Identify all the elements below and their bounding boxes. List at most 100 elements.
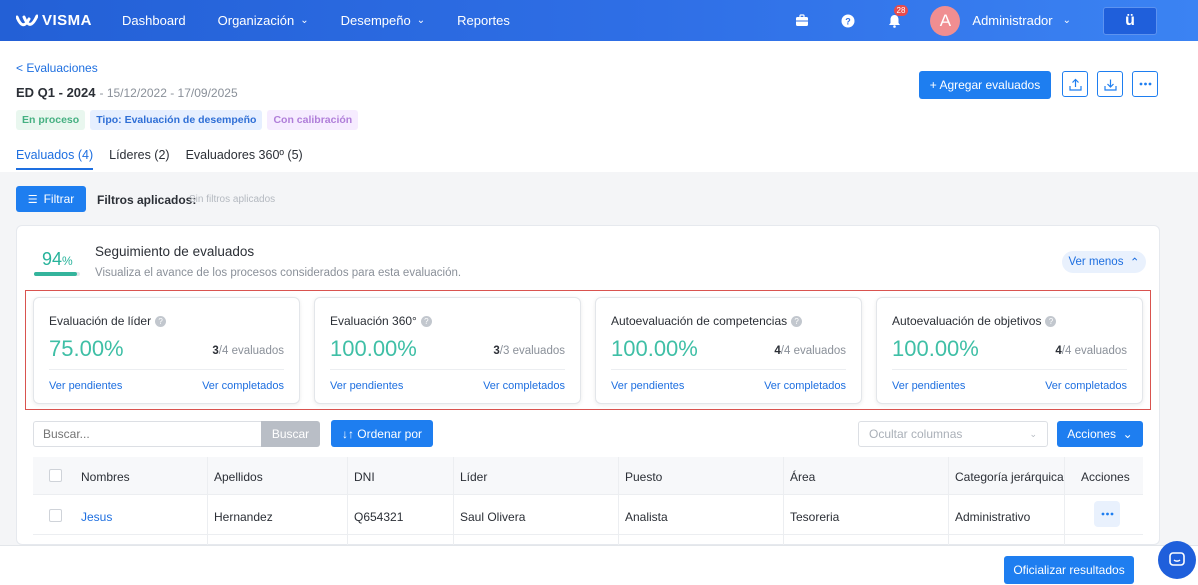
column-header-area[interactable]: Área	[790, 470, 815, 484]
nav-reportes[interactable]: Reportes	[457, 13, 510, 28]
metric-count: 3/4 evaluados	[212, 345, 284, 357]
overall-progress-fill	[34, 272, 78, 276]
back-link[interactable]: < Evaluaciones	[16, 61, 98, 75]
cell-apellidos: Hernandez	[214, 510, 273, 524]
select-all-checkbox[interactable]	[49, 469, 62, 482]
hide-columns-select[interactable]: Ocultar columnas ⌄	[858, 421, 1048, 447]
column-header-apellidos[interactable]: Apellidos	[214, 470, 263, 484]
evaluation-header: < Evaluaciones ED Q1 - 2024 - 15/12/2022…	[0, 41, 1198, 172]
visma-logo[interactable]: VISMA	[16, 12, 92, 29]
upload-button[interactable]	[1062, 71, 1088, 97]
chevron-down-icon: ⌄	[416, 15, 426, 26]
column-header-nombres[interactable]: Nombres	[81, 470, 130, 484]
tracking-title: Seguimiento de evaluados	[95, 244, 255, 259]
ver-menos-button[interactable]: Ver menos ⌃	[1062, 251, 1146, 273]
oficializar-resultados-button[interactable]: Oficializar resultados	[1004, 556, 1134, 584]
help-icon[interactable]: ?	[420, 315, 432, 327]
tab-evaluados[interactable]: Evaluados (4)	[16, 148, 94, 170]
chat-icon	[1169, 552, 1185, 566]
download-button[interactable]	[1097, 71, 1123, 97]
filter-button[interactable]: ☰ Filtrar	[16, 186, 86, 212]
metric-title: Autoevaluación de objetivos?	[892, 314, 1057, 328]
divider	[49, 369, 284, 370]
chevron-down-icon[interactable]: ⌄	[1063, 15, 1071, 26]
metric-percent: 100.00%	[611, 336, 698, 361]
help-icon[interactable]: ?	[838, 11, 858, 31]
nav-organizacion[interactable]: Organización ⌄	[218, 13, 309, 28]
tracking-subtitle: Visualiza el avance de los procesos cons…	[95, 267, 462, 279]
ver-pendientes-link[interactable]: Ver pendientes	[611, 380, 684, 392]
app-switcher-button[interactable]: ü	[1103, 6, 1157, 35]
metric-title-text: Evaluación 360°	[330, 314, 417, 328]
ver-pendientes-link[interactable]: Ver pendientes	[49, 380, 122, 392]
search-input[interactable]	[33, 421, 261, 447]
app-switcher-label: ü	[1125, 11, 1135, 29]
chevron-down-icon: ⌄	[300, 15, 309, 26]
more-options-button[interactable]	[1132, 71, 1158, 97]
upload-icon	[1068, 78, 1082, 91]
metric-title-text: Autoevaluación de competencias	[611, 314, 788, 328]
tab-bar: Evaluados (4) Líderes (2) Evaluadores 36…	[16, 148, 319, 170]
ver-pendientes-link[interactable]: Ver pendientes	[892, 380, 965, 392]
logo-text: VISMA	[42, 12, 93, 29]
table-row: Jesus Hernandez Q654321 Saul Olivera Ana…	[33, 495, 1143, 535]
metric-percent: 100.00%	[330, 336, 417, 361]
overall-progress-value: 94	[42, 249, 63, 269]
divider	[611, 369, 846, 370]
order-by-button[interactable]: ↓↑ Ordenar por	[331, 420, 433, 447]
tab-evaluadores-360[interactable]: Evaluadores 360º (5)	[186, 148, 303, 170]
column-header-categoria[interactable]: Categoría jerárquica	[955, 470, 1064, 484]
help-icon[interactable]: ?	[791, 315, 803, 327]
applied-filters-label: Filtros aplicados:	[97, 193, 197, 207]
row-actions-button[interactable]	[1094, 501, 1120, 527]
briefcase-icon[interactable]	[792, 11, 812, 31]
filter-button-label: Filtrar	[43, 192, 75, 206]
ver-completados-link[interactable]: Ver completados	[764, 380, 846, 392]
column-header-puesto[interactable]: Puesto	[625, 470, 662, 484]
row-checkbox[interactable]	[49, 509, 62, 522]
table-header: Nombres Apellidos DNI Líder Puesto Área …	[33, 457, 1143, 495]
more-icon	[1139, 82, 1151, 86]
nav-reportes-label: Reportes	[457, 13, 510, 28]
ver-completados-link[interactable]: Ver completados	[202, 380, 284, 392]
metric-count-total: /3 evaluados	[499, 345, 565, 357]
metric-title-text: Evaluación de líder	[49, 314, 152, 328]
cell-lider: Saul Olivera	[460, 510, 526, 524]
add-evaluados-button[interactable]: + Agregar evaluados	[919, 71, 1051, 99]
overall-progress-percent: 94%	[42, 249, 73, 270]
help-icon[interactable]: ?	[1045, 315, 1057, 327]
nav-desempeno-label: Desempeño	[340, 13, 411, 28]
nav-desempeno[interactable]: Desempeño ⌄	[341, 13, 426, 28]
nav-dashboard[interactable]: Dashboard	[122, 13, 186, 28]
bell-icon[interactable]: 28	[884, 4, 909, 31]
topbar-right: ? 28 A Administrador ⌄ ü	[792, 0, 1198, 41]
search-button[interactable]: Buscar	[261, 421, 320, 447]
actions-dropdown-button[interactable]: Acciones ⌄	[1057, 421, 1143, 447]
column-header-lider[interactable]: Líder	[460, 470, 487, 484]
ver-menos-label: Ver menos	[1068, 256, 1124, 268]
status-badge: En proceso	[16, 110, 86, 130]
visma-logo-icon	[16, 14, 38, 26]
actions-dropdown-label: Acciones	[1067, 427, 1116, 441]
metric-count-total: /4 evaluados	[780, 345, 846, 357]
tab-lideres[interactable]: Líderes (2)	[109, 148, 169, 170]
metric-count-total: /4 evaluados	[218, 345, 284, 357]
column-divider	[948, 457, 949, 547]
cell-nombres[interactable]: Jesus	[81, 510, 112, 524]
avatar[interactable]: A	[930, 5, 961, 36]
ver-completados-link[interactable]: Ver completados	[1045, 380, 1127, 392]
filter-icon: ☰	[27, 193, 38, 206]
ver-pendientes-link[interactable]: Ver pendientes	[330, 380, 403, 392]
column-header-dni[interactable]: DNI	[354, 470, 375, 484]
chat-button[interactable]	[1158, 541, 1196, 579]
help-icon[interactable]: ?	[155, 315, 167, 327]
column-divider	[453, 457, 454, 547]
user-name[interactable]: Administrador	[972, 13, 1052, 28]
ver-completados-link[interactable]: Ver completados	[483, 380, 565, 392]
overall-progress-sign: %	[62, 254, 73, 268]
column-divider	[207, 457, 208, 547]
cell-categoria: Administrativo	[955, 510, 1031, 524]
metric-card-lider: Evaluación de líder? 75.00% 3/4 evaluado…	[33, 297, 300, 404]
type-badge: Tipo: Evaluación de desempeño	[90, 110, 263, 130]
metric-title-text: Autoevaluación de objetivos	[892, 314, 1042, 328]
